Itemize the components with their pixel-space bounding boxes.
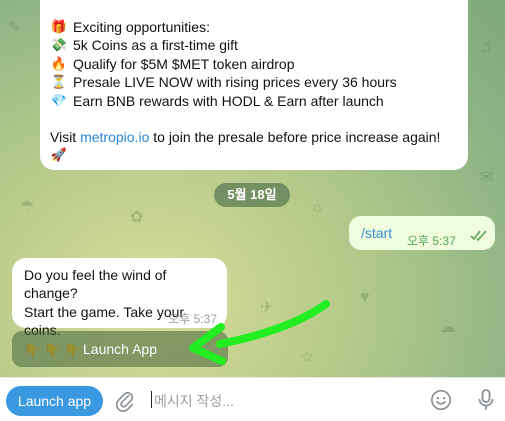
text-cursor bbox=[151, 391, 152, 408]
message-input[interactable]: 메시지 작성... bbox=[154, 391, 234, 411]
microphone-icon[interactable] bbox=[476, 388, 496, 412]
chat-background: ✎ ♫ ☂ ✿ ☼ ✈ ♥ ☁ ☆ ✉ 🎁 Exciting opportunit… bbox=[0, 0, 505, 377]
message-input-bar: Launch app 메시지 작성... bbox=[0, 377, 505, 421]
paperclip-icon[interactable] bbox=[114, 390, 136, 412]
annotation-arrow bbox=[189, 300, 330, 365]
launch-app-button[interactable]: Launch app bbox=[6, 386, 103, 416]
emoji-icon[interactable] bbox=[430, 389, 452, 411]
